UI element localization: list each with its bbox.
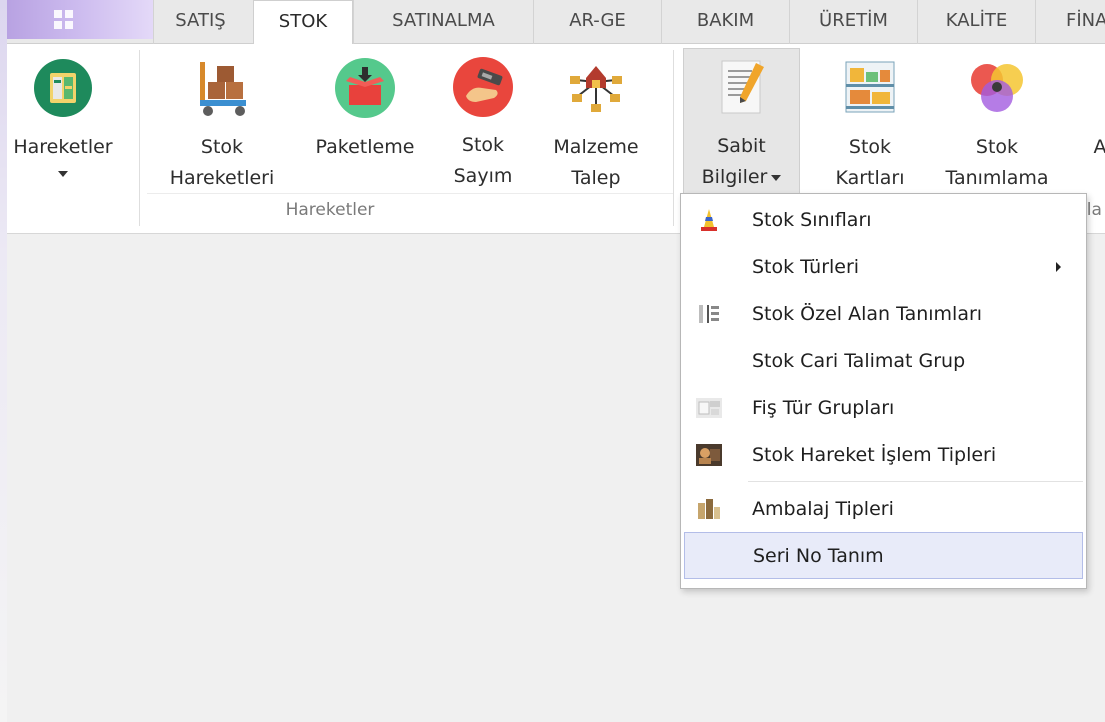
tab-stok[interactable]: STOK bbox=[253, 0, 353, 45]
menu-separator bbox=[748, 481, 1083, 482]
menu-item-label: Ambalaj Tipleri bbox=[752, 497, 894, 520]
group-divider-line bbox=[147, 193, 673, 194]
window-left-edge bbox=[0, 0, 7, 722]
photo-icon bbox=[686, 431, 732, 478]
sabit-bilgiler-menu: Stok Sınıfları Stok Türleri Stok Özel Al… bbox=[680, 193, 1087, 589]
menu-item-ambalaj-tipleri[interactable]: Ambalaj Tipleri bbox=[684, 485, 1083, 532]
stok-kartlari-button[interactable]: Stok Kartları bbox=[813, 52, 927, 192]
menu-item-label: Stok Hareket İşlem Tipleri bbox=[752, 443, 997, 466]
hareketler-label: Hareketler bbox=[13, 136, 113, 158]
warehouse-network-icon bbox=[564, 56, 628, 120]
menu-item-label: Stok Cari Talimat Grup bbox=[752, 349, 966, 372]
menu-item-stok-hareket-islem-tipleri[interactable]: Stok Hareket İşlem Tipleri bbox=[684, 431, 1083, 478]
menu-item-seri-no-tanim[interactable]: Seri No Tanım bbox=[684, 532, 1083, 579]
malzeme-talep-button[interactable]: Malzeme Talep bbox=[537, 52, 655, 192]
ribbon-tab-bar: SATIŞ STOK SATINALMA AR-GE BAKIM ÜRETİM … bbox=[7, 0, 1105, 45]
hareketler-icon bbox=[31, 56, 95, 120]
ribbon-group-separator bbox=[673, 50, 674, 226]
menu-item-stok-ozel-alan-tanimlari[interactable]: Stok Özel Alan Tanımları bbox=[684, 290, 1083, 337]
tab-satinalma[interactable]: SATINALMA bbox=[353, 0, 533, 44]
menu-item-stok-cari-talimat-grup[interactable]: Stok Cari Talimat Grup bbox=[684, 337, 1083, 384]
tab-finans[interactable]: FİNA bbox=[1035, 0, 1105, 44]
hand-truck-boxes-icon bbox=[190, 56, 254, 120]
cone-icon bbox=[686, 196, 732, 243]
paketleme-label: Paketleme bbox=[315, 136, 415, 158]
menu-item-label: Stok Türleri bbox=[752, 255, 860, 278]
cut-off-ribbon-button[interactable]: A bbox=[1085, 52, 1105, 192]
package-icon bbox=[333, 56, 397, 120]
tab-kalite[interactable]: KALİTE bbox=[917, 0, 1035, 44]
shelf-icon bbox=[838, 56, 902, 120]
malzeme-talep-label: Malzeme Talep bbox=[553, 136, 639, 189]
chevron-down-icon bbox=[771, 174, 782, 181]
menu-item-label: Seri No Tanım bbox=[753, 544, 884, 567]
chevron-down-icon bbox=[58, 171, 68, 177]
cut-off-label: A bbox=[1093, 136, 1105, 158]
tab-uretim[interactable]: ÜRETİM bbox=[789, 0, 917, 44]
stok-tanimlama-label: Stok Tanımlama bbox=[945, 136, 1049, 189]
stok-kartlari-label: Stok Kartları bbox=[835, 136, 905, 189]
hand-scanner-icon bbox=[451, 56, 515, 118]
sabit-bilgiler-dropdown-button[interactable]: Sabit Bilgiler bbox=[683, 48, 800, 196]
ribbon-group-separator bbox=[139, 50, 140, 226]
menu-item-fis-tur-gruplari[interactable]: Fiş Tür Grupları bbox=[684, 384, 1083, 431]
stok-hareketleri-button[interactable]: Stok Hareketleri bbox=[157, 52, 287, 192]
box-stack-icon bbox=[686, 485, 732, 532]
receipt-photo-icon bbox=[686, 384, 732, 431]
stok-hareketleri-label: Stok Hareketleri bbox=[169, 136, 275, 189]
stok-tanimlama-button[interactable]: Stok Tanımlama bbox=[937, 52, 1057, 192]
hareketler-dropdown-button[interactable]: Hareketler bbox=[7, 52, 119, 192]
menu-item-label: Fiş Tür Grupları bbox=[752, 396, 895, 419]
tab-bakim[interactable]: BAKIM bbox=[661, 0, 789, 44]
tab-arge[interactable]: AR-GE bbox=[533, 0, 661, 44]
color-circles-icon bbox=[965, 56, 1029, 120]
menu-item-label: Stok Özel Alan Tanımları bbox=[752, 302, 983, 325]
stok-sayim-label: Stok Sayım bbox=[453, 134, 513, 187]
chevron-right-icon bbox=[1056, 261, 1061, 272]
app-grid-icon bbox=[53, 10, 73, 29]
menu-item-stok-siniflari[interactable]: Stok Sınıfları bbox=[684, 196, 1083, 243]
stok-sayim-button[interactable]: Stok Sayım bbox=[437, 52, 529, 192]
paketleme-button[interactable]: Paketleme bbox=[303, 52, 427, 192]
menu-item-label: Stok Sınıfları bbox=[752, 208, 872, 231]
grid-fields-icon bbox=[686, 290, 732, 337]
menu-item-stok-turleri[interactable]: Stok Türleri bbox=[684, 243, 1083, 290]
document-pencil-icon bbox=[710, 55, 774, 119]
sabit-bilgiler-label: Sabit Bilgiler bbox=[702, 131, 782, 193]
app-menu-button[interactable] bbox=[7, 0, 153, 39]
tab-satis[interactable]: SATIŞ bbox=[153, 0, 247, 44]
group-label-hareketler: Hareketler bbox=[285, 200, 375, 220]
